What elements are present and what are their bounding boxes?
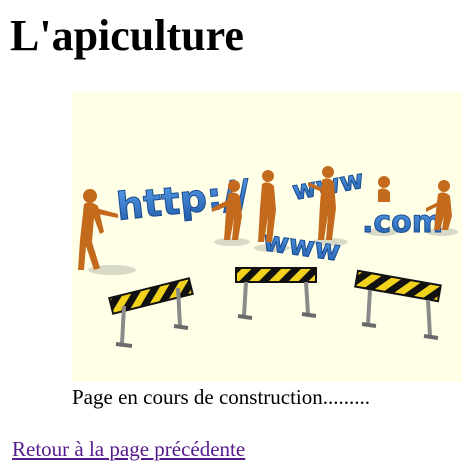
under-construction-illustration: http:// www www .com	[72, 92, 462, 382]
com-letters: .com	[362, 205, 443, 240]
construction-caption: Page en cours de construction.........	[72, 385, 371, 409]
page-title: L'apiculture	[10, 11, 244, 60]
back-link[interactable]: Retour à la page précédente	[12, 436, 245, 462]
